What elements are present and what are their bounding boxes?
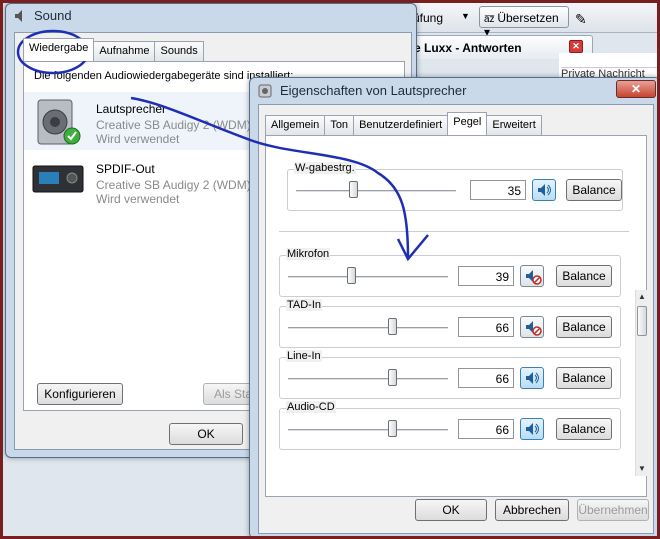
tab-pegel[interactable]: Pegel (447, 112, 488, 135)
annotation-arrow-head (396, 234, 429, 262)
screen: rüfung ▼ a͞z Übersetzen ▾ ✎ e Luxx - Ant… (3, 3, 657, 536)
annotation-overlay (16, 29, 429, 262)
tab-wiedergabe[interactable]: Wiedergabe (23, 38, 95, 61)
annotation-arrow-line (130, 96, 410, 259)
